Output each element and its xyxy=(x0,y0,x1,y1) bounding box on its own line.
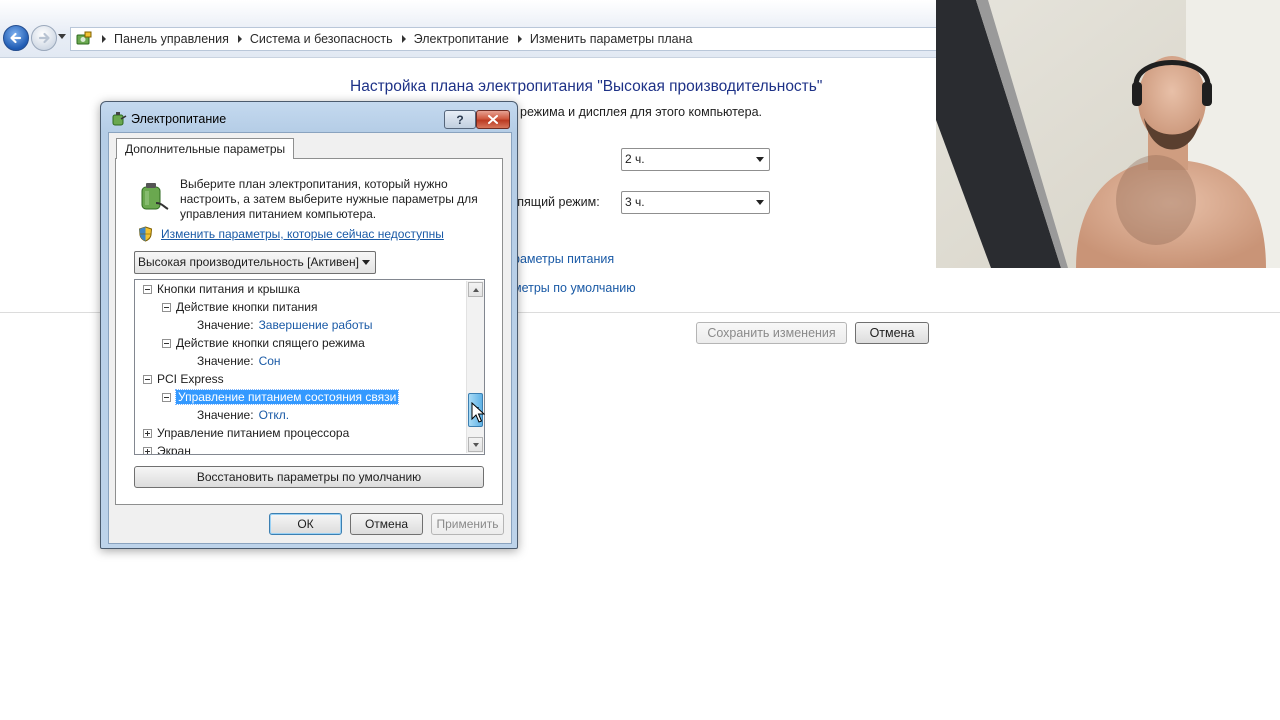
display-off-value: 2 ч. xyxy=(625,152,645,166)
advanced-settings-link[interactable]: раметры питания xyxy=(513,252,614,266)
dialog-body: Дополнительные параметры Выберите план э… xyxy=(108,132,512,544)
page-subtitle: режима и дисплея для этого компьютера. xyxy=(520,105,762,119)
arrow-up-icon xyxy=(473,288,479,292)
tab-advanced-settings[interactable]: Дополнительные параметры xyxy=(116,138,295,159)
chevron-down-icon xyxy=(756,157,764,162)
value-label: Значение: xyxy=(197,408,254,422)
value-label: Значение: xyxy=(197,354,254,368)
expand-icon[interactable] xyxy=(143,428,152,438)
page-title: Настройка плана электропитания "Высокая … xyxy=(350,78,823,95)
breadcrumb-separator[interactable] xyxy=(237,35,242,43)
collapse-icon[interactable] xyxy=(143,284,152,294)
change-unavailable-settings-link[interactable]: Изменить параметры, которые сейчас недос… xyxy=(161,227,444,241)
collapse-icon[interactable] xyxy=(162,302,171,312)
tree-item-label: Действие кнопки питания xyxy=(176,300,318,314)
tree-scrollbar[interactable] xyxy=(466,281,484,453)
tree-item-pci-express[interactable]: PCI Express xyxy=(143,370,224,388)
breadcrumb-power-options[interactable]: Электропитание xyxy=(414,32,509,46)
tree-item-label: Кнопки питания и крышка xyxy=(157,282,300,296)
tab-panel: Выберите план электропитания, который ну… xyxy=(115,158,503,505)
scroll-up-button[interactable] xyxy=(468,282,483,297)
breadcrumb-separator[interactable] xyxy=(517,35,522,43)
value-label: Значение: xyxy=(197,318,254,332)
battery-plug-icon xyxy=(141,183,169,210)
scroll-down-button[interactable] xyxy=(468,437,483,452)
battery-plug-icon xyxy=(112,112,127,126)
expand-icon[interactable] xyxy=(143,446,152,454)
power-plan-value: Высокая производительность [Активен] xyxy=(138,255,359,269)
tree-item-label: Действие кнопки спящего режима xyxy=(176,336,365,350)
power-plan-select[interactable]: Высокая производительность [Активен] xyxy=(134,251,376,274)
restore-defaults-link[interactable]: метры по умолчанию xyxy=(513,281,636,295)
recent-pages-dropdown[interactable] xyxy=(58,34,66,39)
collapse-icon[interactable] xyxy=(162,392,171,402)
restore-defaults-button[interactable]: Восстановить параметры по умолчанию xyxy=(134,466,484,488)
sleep-label: спящий режим: xyxy=(511,195,600,209)
tree-item-value[interactable]: Значение: Откл. xyxy=(197,406,289,424)
settings-tree[interactable]: Кнопки питания и крышка Действие кнопки … xyxy=(134,279,485,455)
tree-item-value[interactable]: Значение: Завершение работы xyxy=(197,316,372,334)
tree-item-link-state[interactable]: Управление питанием состояния связи xyxy=(162,388,400,406)
tree-item-label: PCI Express xyxy=(157,372,224,386)
power-button-value-link[interactable]: Завершение работы xyxy=(259,318,373,332)
tree-item-label: Экран xyxy=(157,444,191,455)
breadcrumb-separator[interactable] xyxy=(102,35,106,43)
back-button[interactable] xyxy=(3,25,29,51)
link-state-value-link[interactable]: Откл. xyxy=(259,408,290,422)
apply-button[interactable]: Применить xyxy=(431,513,504,535)
sleep-select[interactable]: 3 ч. xyxy=(621,191,770,214)
control-panel-icon xyxy=(76,31,92,45)
tree-item-processor[interactable]: Управление питанием процессора xyxy=(143,424,349,442)
intro-text: Выберите план электропитания, который ну… xyxy=(180,177,478,221)
power-options-dialog: Электропитание ? Дополнительные параметр… xyxy=(100,101,518,549)
tree-item-value[interactable]: Значение: Сон xyxy=(197,352,281,370)
sleep-button-value-link[interactable]: Сон xyxy=(259,354,281,368)
tree-item-label-selected: Управление питанием состояния связи xyxy=(174,389,400,405)
mouse-cursor-icon xyxy=(471,402,485,423)
breadcrumb-control-panel[interactable]: Панель управления xyxy=(114,32,229,46)
webcam-overlay xyxy=(936,0,1280,268)
cancel-button[interactable]: Отмена xyxy=(350,513,423,535)
arrow-down-icon xyxy=(473,443,479,447)
forward-arrow-icon xyxy=(38,32,50,44)
address-bar[interactable]: Панель управления Система и безопасность… xyxy=(70,27,941,51)
close-icon xyxy=(488,115,498,124)
breadcrumb-separator[interactable] xyxy=(401,35,406,43)
close-button[interactable] xyxy=(476,110,510,129)
collapse-icon[interactable] xyxy=(143,374,152,384)
chevron-down-icon xyxy=(362,260,370,265)
breadcrumb-edit-plan[interactable]: Изменить параметры плана xyxy=(530,32,693,46)
tree-item-sleep-button-action[interactable]: Действие кнопки спящего режима xyxy=(162,334,365,352)
chevron-down-icon xyxy=(756,200,764,205)
sleep-value: 3 ч. xyxy=(625,195,645,209)
save-changes-button[interactable]: Сохранить изменения xyxy=(696,322,847,344)
collapse-icon[interactable] xyxy=(162,338,171,348)
tree-item-display[interactable]: Экран xyxy=(143,442,191,455)
tree-item-power-button-action[interactable]: Действие кнопки питания xyxy=(162,298,318,316)
tree-item-power-buttons[interactable]: Кнопки питания и крышка xyxy=(143,280,300,298)
tree-item-label: Управление питанием процессора xyxy=(157,426,350,440)
uac-shield-icon xyxy=(138,226,153,242)
forward-button[interactable] xyxy=(31,25,57,51)
dialog-title: Электропитание xyxy=(131,112,227,126)
back-arrow-icon xyxy=(10,32,22,44)
ok-button[interactable]: ОК xyxy=(269,513,342,535)
help-button[interactable]: ? xyxy=(444,110,476,129)
display-off-select[interactable]: 2 ч. xyxy=(621,148,770,171)
page-cancel-button[interactable]: Отмена xyxy=(855,322,929,344)
breadcrumb-system-security[interactable]: Система и безопасность xyxy=(250,32,393,46)
